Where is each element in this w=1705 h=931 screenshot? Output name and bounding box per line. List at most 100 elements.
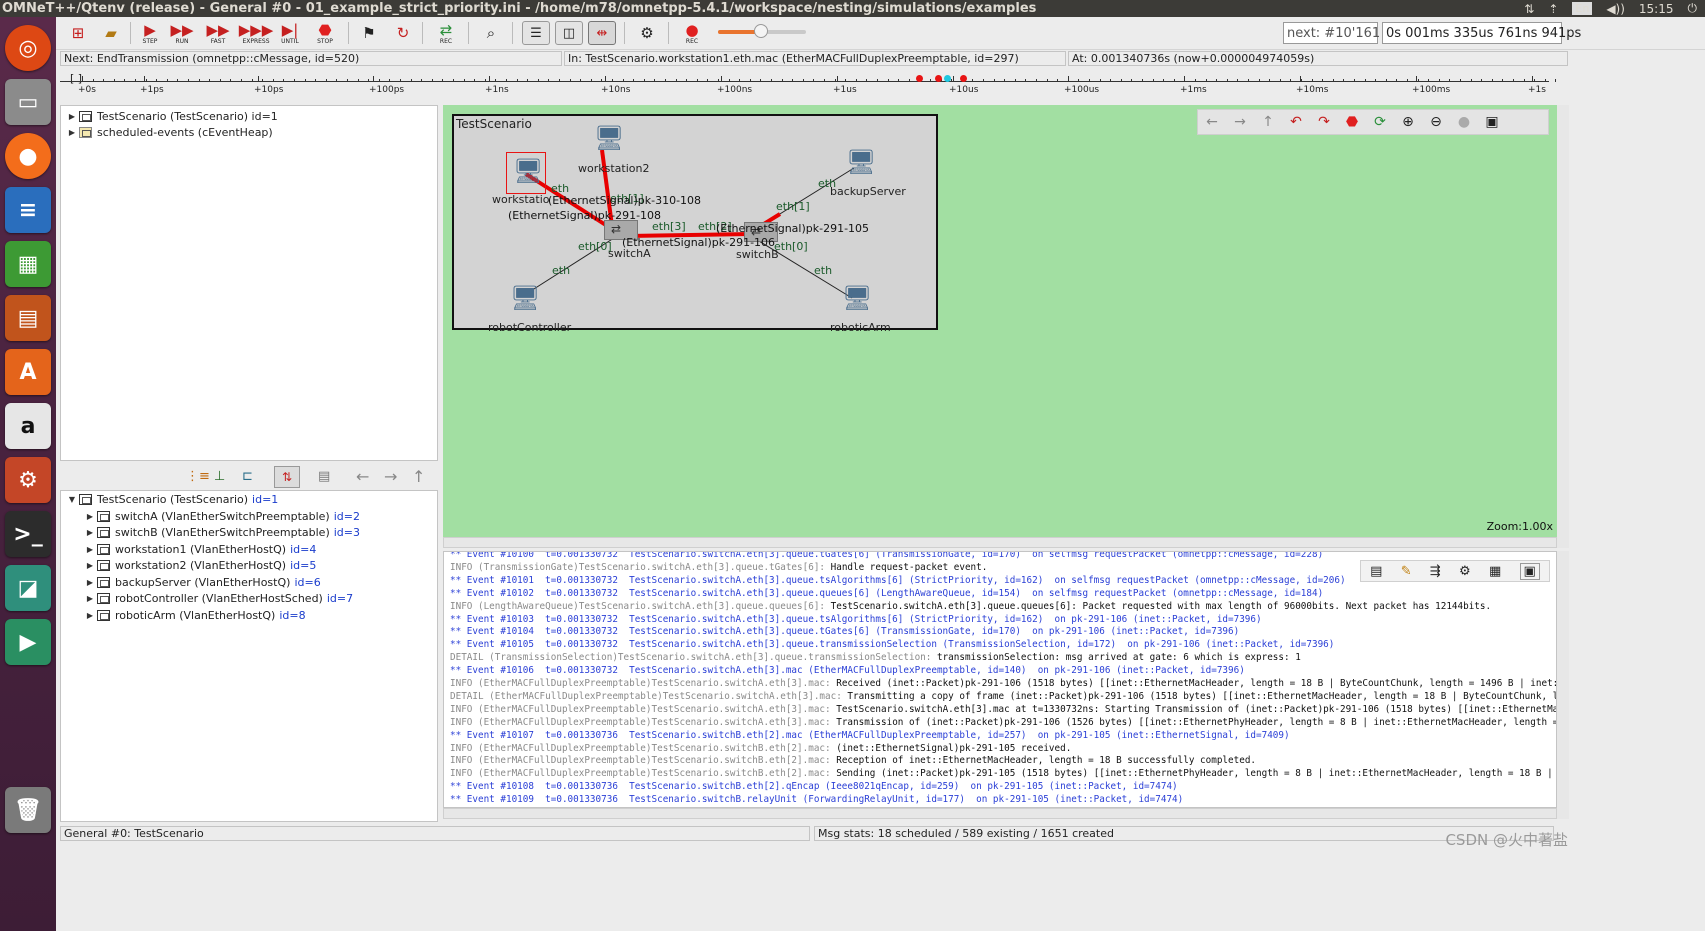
filter-icon[interactable]: ✎ [1401,564,1412,579]
log-line[interactable]: INFO (EtherMACFullDuplexPreemptable)Test… [450,677,1557,690]
tree-row[interactable]: ▶workstation1 (VlanEtherHostQ)id=4 [83,541,316,557]
expand-arrow-icon[interactable]: ▶ [83,561,97,570]
expand-arrow-icon[interactable]: ▶ [65,128,79,137]
search-icon[interactable]: ⌕ [480,20,502,46]
network-canvas[interactable]: TestScenario 🖥 workstatio 🖥 workstation2… [443,105,1557,537]
workstation1-node[interactable]: 🖥 [506,152,546,194]
workstation2-node[interactable]: 🖥 [592,122,628,158]
relayout-icon[interactable]: ⟳ [1366,114,1394,130]
run-button[interactable]: ▶▶RUN [170,20,194,46]
inspect-icon[interactable]: ▤ [318,469,330,484]
group-icon[interactable]: ⊥ [214,469,225,484]
step-out-icon[interactable]: ↶ [1282,114,1310,130]
log-line[interactable]: ** Event #10108 t=0.001330736 TestScenar… [450,780,1178,793]
animation-speed-slider[interactable] [718,30,806,34]
log-line[interactable]: ** Event #10103 t=0.001330732 TestScenar… [450,613,1262,626]
expand-arrow-icon[interactable]: ▶ [65,112,79,121]
layout-horizontal-icon[interactable]: ☰ [522,21,550,45]
tree-row[interactable]: ▼ TestScenario (TestScenario) id=1 [65,491,278,507]
expand-arrow-icon[interactable]: ▶ [83,545,97,554]
expand-arrow-icon[interactable]: ▶ [83,594,97,603]
canvas-hscroll[interactable] [443,537,1557,548]
zoom-in-icon[interactable]: ⊕ [1394,114,1422,130]
layout-vertical-icon[interactable]: ◫ [555,21,583,45]
step-button[interactable]: ▶STEP [138,20,162,46]
back-arrow-icon[interactable]: ← [356,467,369,486]
software-center-icon[interactable]: A [5,349,51,395]
until-button[interactable]: ▶|UNTIL [278,20,302,46]
log-line[interactable]: INFO (EtherMACFullDuplexPreemptable)Test… [450,767,1557,780]
load-ned-icon[interactable]: ▰ [100,20,122,46]
pending-event-marker[interactable] [935,75,942,82]
log-vscroll[interactable] [1557,551,1569,819]
robotController-node[interactable]: 🖥 [508,282,544,318]
tree-row[interactable]: ▶robotController (VlanEtherHostSched)id=… [83,591,353,607]
keyboard-layout[interactable]: En [1572,2,1592,15]
log-line[interactable]: INFO (EtherMACFullDuplexPreemptable)Test… [450,716,1557,729]
tree-row[interactable]: ▶switchB (VlanEtherSwitchPreemptable)id=… [83,525,360,541]
tree-row[interactable]: ▶backupServer (VlanEtherHostQ)id=6 [83,574,321,590]
find-icon[interactable]: ⇶ [1430,564,1441,579]
settings-icon[interactable]: ⚙ [5,457,51,503]
slider-knob[interactable] [754,24,768,38]
run-until-icon[interactable]: ↷ [1310,114,1338,130]
timeline-toggle-icon[interactable]: ⇹ [588,21,616,45]
pending-event-marker[interactable] [960,75,967,82]
tree-row[interactable]: ▶workstation2 (VlanEtherHostQ)id=5 [83,558,316,574]
log-line[interactable]: ** Event #10100 t=0.001330732 TestScenar… [450,551,1323,561]
log-line[interactable]: ** Event #10104 t=0.001330732 TestScenar… [450,625,1239,638]
tree-row[interactable]: ▶ scheduled-events (cEventHeap) [65,124,273,140]
expand-arrow-icon[interactable]: ▶ [83,578,97,587]
module-tree[interactable]: ▼ TestScenario (TestScenario) id=1 ▶swit… [60,490,438,822]
files-icon[interactable]: ▭ [5,79,51,125]
log-mode-icon[interactable]: ▣ [1520,563,1540,580]
qtenv-icon[interactable]: ▶ [5,619,51,665]
zoom-out-icon[interactable]: ⊖ [1422,114,1450,130]
tree-row[interactable]: ▶ TestScenario (TestScenario) id=1 [65,108,278,124]
log-line[interactable]: INFO (EtherMACFullDuplexPreemptable)Test… [450,754,1256,767]
log-line[interactable]: ** Event #10101 t=0.001330732 TestScenar… [450,574,1346,587]
log-line[interactable]: ** Event #10106 t=0.001330732 TestScenar… [450,664,1245,677]
preferences-gear-icon[interactable]: ⚙ [636,20,658,46]
calc-icon[interactable]: ▦ [5,241,51,287]
mode-icon[interactable]: ▣ [1478,114,1506,130]
stop-icon[interactable]: ⬣ [1338,114,1366,130]
log-line[interactable]: ** Event #10102 t=0.001330732 TestScenar… [450,587,1323,600]
transfer-icon[interactable]: ⇡ [1548,2,1558,16]
expand-arrow-icon[interactable]: ▶ [83,611,97,620]
record-video-button[interactable]: ●REC [680,20,704,46]
tree-row[interactable]: ▶switchA (VlanEtherSwitchPreemptable)id=… [83,508,360,524]
log-line[interactable]: ** Event #10109 t=0.001330736 TestScenar… [450,793,1183,806]
backupServer-node[interactable]: 🖥 [844,146,880,182]
clock[interactable]: 15:15 [1639,2,1674,16]
omnetpp-ide-icon[interactable]: ◪ [5,565,51,611]
expand-arrow-icon[interactable]: ▶ [83,528,97,537]
volume-icon[interactable]: ◀)) [1606,2,1625,16]
copy-icon[interactable]: ▤ [1370,564,1382,579]
power-icon[interactable]: ⏻ [1688,1,1698,16]
log-line[interactable]: ** Event #10107 t=0.001330736 TestScenar… [450,729,1290,742]
log-line[interactable]: DETAIL (EtherMACFullDuplexPreemptable)Te… [450,690,1557,703]
log-line[interactable]: INFO (EtherMACFullDuplexPreemptable)Test… [450,703,1557,716]
log-line[interactable]: DETAIL (TransmissionSelection)TestScenar… [450,651,1301,664]
flat-mode-toggle[interactable]: ⇅ [274,466,300,488]
event-log[interactable]: ** Event #10100 t=0.001330732 TestScenar… [443,551,1557,808]
log-line[interactable]: INFO (EtherMACFullDuplexPreemptable)Test… [450,742,1071,755]
amazon-icon[interactable]: a [5,403,51,449]
pending-event-marker[interactable] [944,75,951,82]
object-inspector-tree[interactable]: ▶ TestScenario (TestScenario) id=1 ▶ sch… [60,105,438,461]
tree-row[interactable]: ▶roboticArm (VlanEtherHostQ)id=8 [83,607,306,623]
pending-event-marker[interactable] [916,75,923,82]
settings-gear-icon[interactable]: ⚙ [1459,564,1471,579]
firefox-icon[interactable]: ● [5,133,51,179]
fast-button[interactable]: ▶▶FAST [206,20,230,46]
network-compound-module[interactable]: TestScenario 🖥 workstatio 🖥 workstation2… [452,114,938,330]
ubuntu-icon[interactable]: ◎ [5,25,51,71]
canvas-vscroll[interactable] [1557,105,1569,548]
log-line[interactable]: INFO (TransmissionGate)TestScenario.swit… [450,561,987,574]
roboticArm-node[interactable]: 🖥 [840,282,876,318]
rebuild-icon[interactable]: ↻ [392,20,414,46]
log-hscroll[interactable] [443,808,1557,819]
event-timeline[interactable]: [ ] +0s+1ps+10ps+100ps+1ns+10ns+100ns+1u… [60,68,1705,100]
messages-mode-icon[interactable]: ▦ [1489,564,1501,579]
